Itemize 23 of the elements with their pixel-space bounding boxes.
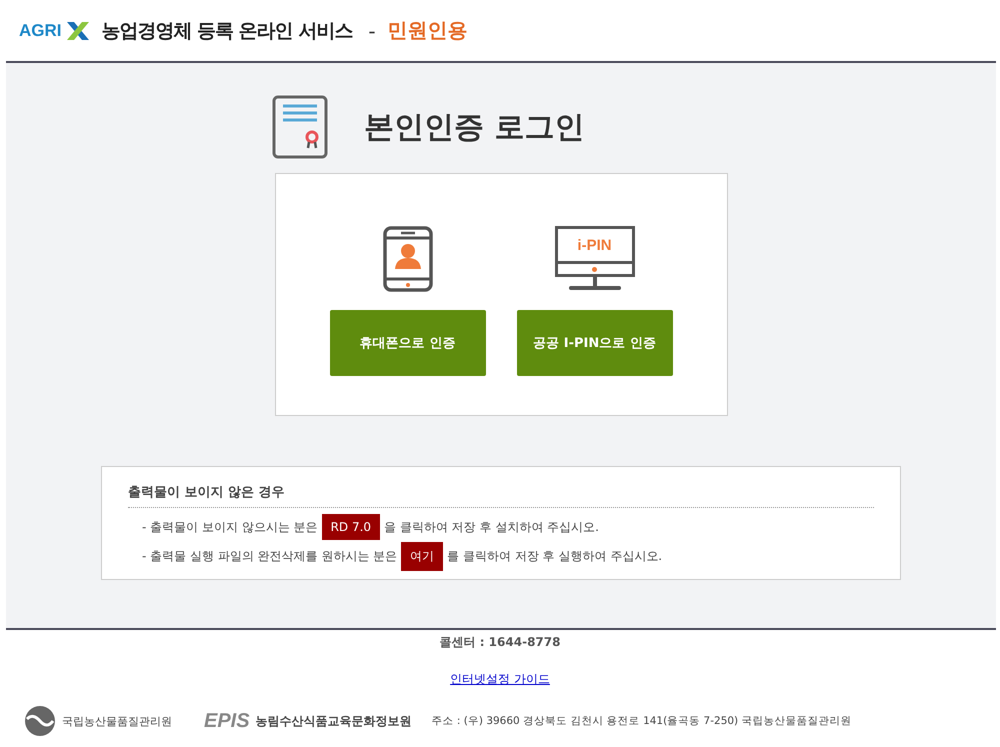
guide-link[interactable]: 인터넷설정 가이드 [450,671,550,688]
auth-button[interactable]: 공공 I-PIN으로 인증 [516,310,672,376]
login-title: 본인인증 로그인 [364,108,584,146]
call-center: 콜센터 : 1644-8778 [440,634,560,651]
notice-text: 를 클릭하여 저장 후 실행하여 주십시오. [447,548,662,565]
auth-button[interactable]: 휴대폰으로 인증 [330,310,486,376]
download-button[interactable]: RD 7.0 [322,514,380,540]
title-separator: - [368,18,376,42]
address-text: 주소 : (우) 39660 경상북도 김천시 용전로 141(율곡동 7-250) 국립농산물품질관리원 [432,714,852,728]
notice-text: - 출력물이 보이지 않으시는 분은 [142,518,318,536]
x-logo-icon [66,20,90,40]
smartphone-user-icon [382,226,432,292]
notice-title: 출력물이 보이지 않은 경우 [128,483,874,508]
org-name: 국립농산물품질관리원 [62,714,172,728]
notice-text: - 출력물 실행 파일의 완전삭제를 원하시는 분은 [142,548,398,565]
agrix-logo-text: AGRI [19,20,62,40]
epis-logo-text: EPIS [204,710,250,732]
certificate-icon [272,95,328,159]
notice-text: 을 클릭하여 저장 후 설치하여 주십시오. [384,518,599,536]
org-name: 농림수산식품교육문화정보원 [256,712,412,730]
site-subtitle: 민원인용 [388,17,468,44]
site-title: 농업경영체 등록 온라인 서비스 [102,18,352,44]
download-button[interactable]: 여기 [401,542,444,571]
